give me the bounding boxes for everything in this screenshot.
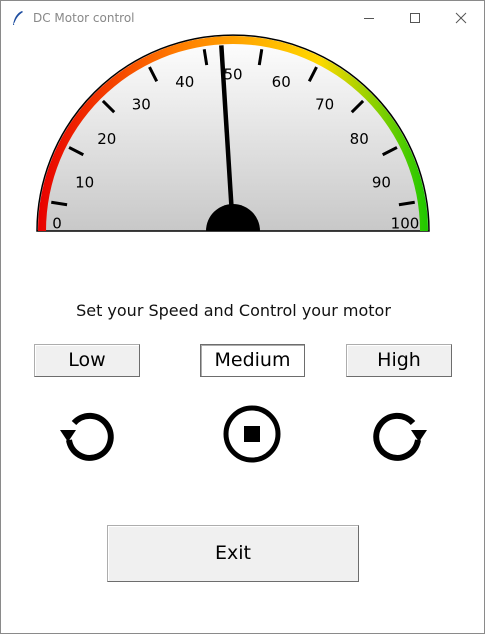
gauge-label: 40 [175, 73, 194, 91]
gauge-label: 50 [223, 66, 242, 84]
low-speed-button[interactable]: Low [34, 344, 140, 377]
gauge-label: 90 [372, 173, 391, 191]
medium-speed-button[interactable]: Medium [200, 344, 305, 377]
rotate-clockwise-icon[interactable] [369, 404, 429, 464]
gauge-label: 100 [391, 215, 420, 233]
instruction-text: Set your Speed and Control your motor [76, 301, 391, 320]
exit-button[interactable]: Exit [107, 525, 359, 582]
gauge-label: 10 [75, 173, 94, 191]
gauge-label: 0 [52, 215, 62, 233]
gauge-label: 60 [272, 73, 291, 91]
rotate-counterclockwise-icon[interactable] [58, 404, 118, 464]
gauge-label: 80 [350, 130, 369, 148]
gauge-label: 70 [315, 95, 334, 113]
app-window: DC Motor control 0 10 20 30 40 50 60 70 … [0, 0, 485, 634]
gauge-label: 30 [132, 95, 151, 113]
stop-icon[interactable] [222, 404, 282, 464]
gauge-label: 20 [97, 130, 116, 148]
speed-gauge: 0 10 20 30 40 50 60 70 80 90 100 [36, 34, 430, 233]
high-speed-button[interactable]: High [346, 344, 452, 377]
